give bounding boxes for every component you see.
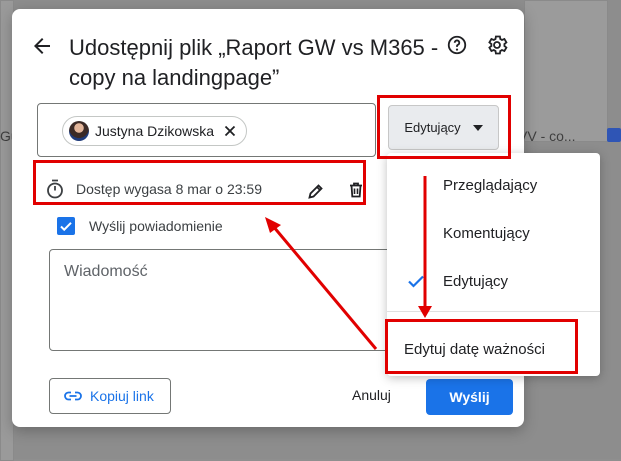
send-button[interactable]: Wyślij xyxy=(426,379,513,415)
avatar xyxy=(69,121,89,141)
background-text-right: VV - co... xyxy=(518,128,576,144)
highlight-role-button xyxy=(377,95,511,159)
menu-item-editor[interactable]: Edytujący xyxy=(443,273,508,290)
recipient-name: Justyna Dzikowska xyxy=(95,123,215,139)
menu-item-commenter[interactable]: Komentujący xyxy=(443,225,530,242)
cancel-button[interactable]: Anuluj xyxy=(352,387,391,403)
background-doc-icon xyxy=(607,128,621,142)
background-document-thumbnail xyxy=(524,0,608,142)
selected-check-icon xyxy=(407,272,425,290)
checkmark-icon xyxy=(60,222,72,232)
help-icon[interactable] xyxy=(446,34,468,56)
copy-link-button[interactable]: Kopiuj link xyxy=(49,378,171,414)
dialog-title: Udostępnij plik „Raport GW vs M365 - cop… xyxy=(69,35,439,90)
menu-divider xyxy=(387,311,600,312)
highlight-edit-expiry-item xyxy=(385,319,578,374)
link-icon xyxy=(64,391,82,401)
notify-row: Wyślij powiadomienie xyxy=(57,217,223,235)
back-arrow-icon[interactable] xyxy=(30,34,54,58)
copy-link-label: Kopiuj link xyxy=(90,388,154,404)
recipients-field[interactable]: Justyna Dzikowska xyxy=(37,103,376,157)
highlight-expiry-row xyxy=(33,160,366,205)
notify-label: Wyślij powiadomienie xyxy=(89,218,223,234)
settings-gear-icon[interactable] xyxy=(485,33,509,57)
notify-checkbox[interactable] xyxy=(57,217,75,235)
message-placeholder: Wiadomość xyxy=(64,263,148,280)
recipient-chip[interactable]: Justyna Dzikowska xyxy=(62,116,247,146)
remove-recipient-close-icon[interactable] xyxy=(222,123,238,139)
menu-item-viewer[interactable]: Przeglądający xyxy=(443,177,537,194)
